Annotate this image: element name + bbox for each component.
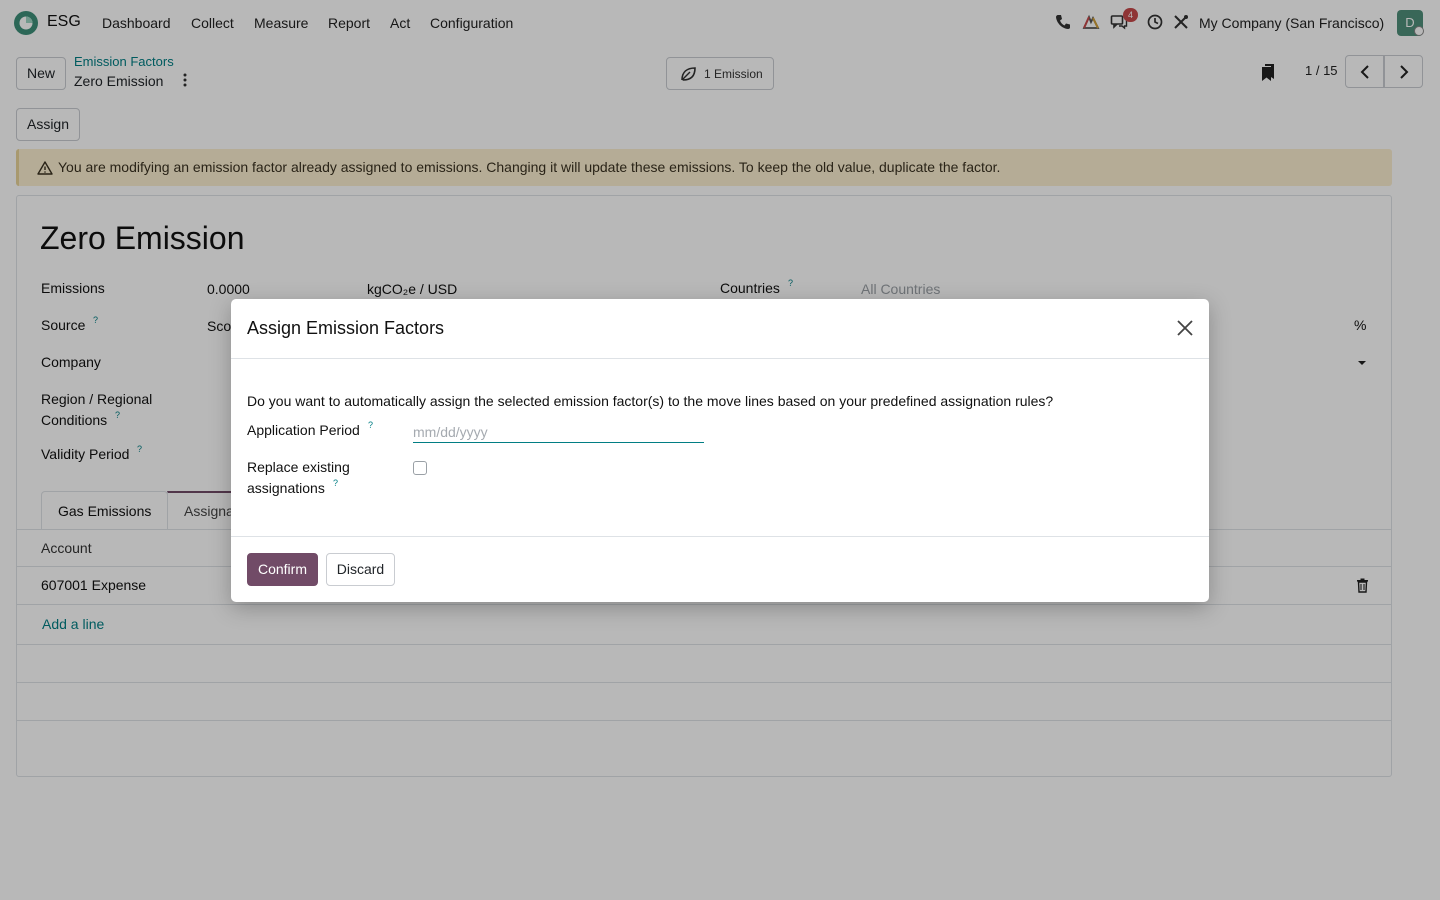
assign-emission-factors-dialog: Assign Emission Factors Do you want to a…	[231, 299, 1209, 602]
discard-button[interactable]: Discard	[326, 553, 395, 586]
replace-assignations-label-line2: assignations	[247, 480, 325, 496]
dialog-header-divider	[231, 358, 1209, 359]
confirm-button[interactable]: Confirm	[247, 553, 318, 586]
replace-assignations-label-line1: Replace existing	[247, 459, 350, 475]
application-period-label: Application Period	[247, 422, 360, 438]
replace-assignations-help-icon[interactable]: ?	[333, 478, 338, 488]
dialog-title: Assign Emission Factors	[247, 318, 445, 338]
application-period-help-icon[interactable]: ?	[368, 420, 373, 430]
application-period-input[interactable]	[413, 421, 704, 443]
dialog-footer-divider	[231, 536, 1209, 537]
replace-assignations-checkbox[interactable]	[413, 461, 427, 475]
dialog-question: Do you want to automatically assign the …	[247, 393, 1054, 409]
close-icon[interactable]	[1176, 319, 1194, 337]
